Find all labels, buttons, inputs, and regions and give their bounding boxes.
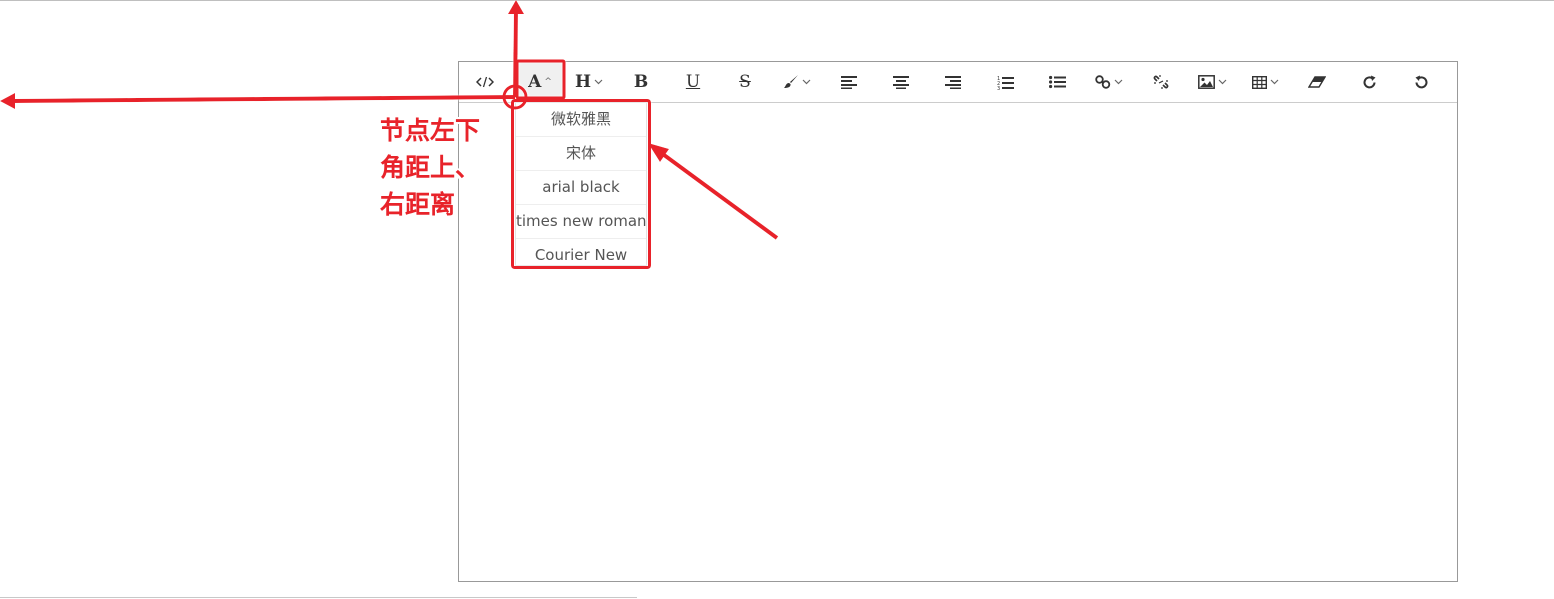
chevron-up-icon: ^ [544,77,552,87]
redo-icon [1363,75,1375,88]
heading-icon: H [574,72,592,92]
eraser-icon [1308,76,1326,88]
image-button[interactable] [1195,62,1229,102]
chevron-down-icon [1114,79,1123,85]
table-icon [1251,75,1267,89]
bold-icon: B [633,72,649,92]
font-option-times-new-roman[interactable]: times new roman [516,205,647,239]
unordered-list-icon [1048,75,1066,89]
align-right-button[interactable] [941,62,965,102]
font-family-button[interactable]: A ^ [517,62,563,102]
strikethrough-button[interactable]: S [733,62,757,102]
annotation-line-2: 角距上、 [380,153,481,182]
unordered-list-button[interactable] [1045,62,1069,102]
annotation-line-3: 右距离 [380,190,456,219]
code-icon [476,76,494,88]
align-left-button[interactable] [837,62,861,102]
bottom-divider [0,597,637,598]
annotation-arrow-left [13,95,516,103]
font-option-songti[interactable]: 宋体 [516,137,646,171]
align-center-icon [893,76,909,89]
heading-button[interactable]: H [571,62,607,102]
text-color-button[interactable] [781,62,813,102]
font-option-microsoft-yahei[interactable]: 微软雅黑 [516,103,646,137]
image-icon [1197,75,1215,89]
chevron-down-icon [594,79,603,85]
bold-button[interactable]: B [629,62,653,102]
strikethrough-icon: S [739,72,751,92]
undo-icon [1415,75,1427,88]
link-icon [1095,75,1111,89]
link-button[interactable] [1093,62,1125,102]
annotation-text: 节点左下 角距上、 右距离 [380,112,510,223]
align-left-icon [841,76,857,89]
code-button[interactable] [473,62,497,102]
font-option-arial-black[interactable]: arial black [516,171,646,205]
chevron-down-icon [1270,79,1278,85]
annotation-line-1: 节点左下 [380,116,481,145]
chevron-down-icon [1218,79,1226,85]
font-family-dropdown: 微软雅黑 宋体 arial black times new roman Cour… [515,102,647,266]
unlink-button[interactable] [1149,62,1173,102]
underline-icon: U [685,72,701,92]
align-center-button[interactable] [889,62,913,102]
editor-toolbar: A ^ H B U S 1 2 3 [459,62,1457,103]
ordered-list-button[interactable]: 1 2 3 [993,62,1017,102]
redo-button[interactable] [1357,62,1381,102]
paint-brush-icon [784,75,798,88]
align-right-icon [945,76,961,89]
top-divider [0,0,1554,1]
chevron-down-icon [802,79,811,85]
svg-text:3: 3 [997,86,1000,90]
underline-button[interactable]: U [681,62,705,102]
unlink-icon [1153,75,1169,89]
clear-format-button[interactable] [1305,62,1329,102]
table-button[interactable] [1249,62,1281,102]
ordered-list-icon: 1 2 3 [997,76,1014,90]
font-option-courier-new[interactable]: Courier New [516,239,646,272]
undo-button[interactable] [1409,62,1433,102]
font-family-icon: A [528,72,542,92]
